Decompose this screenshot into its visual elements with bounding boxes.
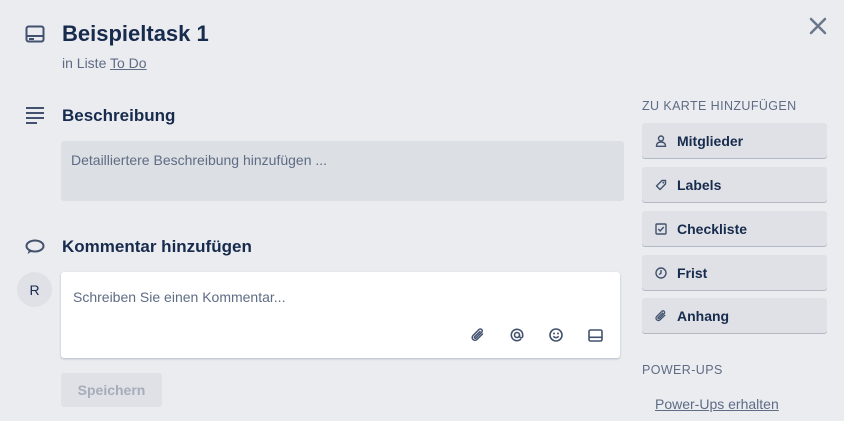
tag-icon	[654, 178, 668, 192]
person-icon	[654, 134, 668, 148]
labels-button[interactable]: Labels	[642, 167, 827, 202]
members-label: Mitglieder	[677, 132, 744, 149]
checkbox-icon	[654, 222, 668, 236]
due-date-button[interactable]: Frist	[642, 255, 827, 290]
paperclip-icon[interactable]	[468, 325, 488, 345]
checklist-button[interactable]: Checkliste	[642, 211, 827, 246]
card-title[interactable]: Beispieltask 1	[62, 20, 209, 48]
members-button[interactable]: Mitglieder	[642, 123, 827, 158]
add-to-card-heading: ZU KARTE HINZUFÜGEN	[642, 99, 797, 113]
card-icon	[24, 24, 46, 44]
emoji-icon[interactable]	[546, 325, 566, 345]
powerups-heading: POWER-UPS	[642, 363, 723, 377]
comment-box	[61, 272, 620, 358]
list-prefix: in Liste	[62, 55, 107, 71]
description-heading: Beschreibung	[62, 106, 176, 125]
description-field[interactable]: Detailliertere Beschreibung hinzufügen .…	[61, 141, 624, 201]
comment-icon	[24, 238, 46, 256]
comment-input[interactable]	[61, 272, 620, 322]
comment-heading: Kommentar hinzufügen	[62, 237, 252, 256]
card-icon[interactable]	[585, 325, 605, 345]
labels-label: Labels	[677, 176, 722, 193]
card-list-info: in Liste To Do	[62, 54, 147, 72]
attachment-label: Anhang	[677, 307, 730, 324]
attachment-button[interactable]: Anhang	[642, 298, 827, 333]
save-button[interactable]: Speichern	[61, 373, 162, 407]
at-mention-icon[interactable]	[507, 325, 527, 345]
list-link[interactable]: To Do	[110, 55, 147, 71]
clock-icon	[654, 266, 668, 280]
checklist-label: Checkliste	[677, 220, 748, 237]
due-date-label: Frist	[677, 264, 708, 281]
avatar[interactable]: R	[17, 272, 52, 307]
description-icon	[24, 106, 46, 124]
paperclip-icon	[654, 309, 668, 323]
get-powerups-link[interactable]: Power-Ups erhalten	[655, 396, 779, 412]
close-icon[interactable]	[806, 14, 830, 38]
